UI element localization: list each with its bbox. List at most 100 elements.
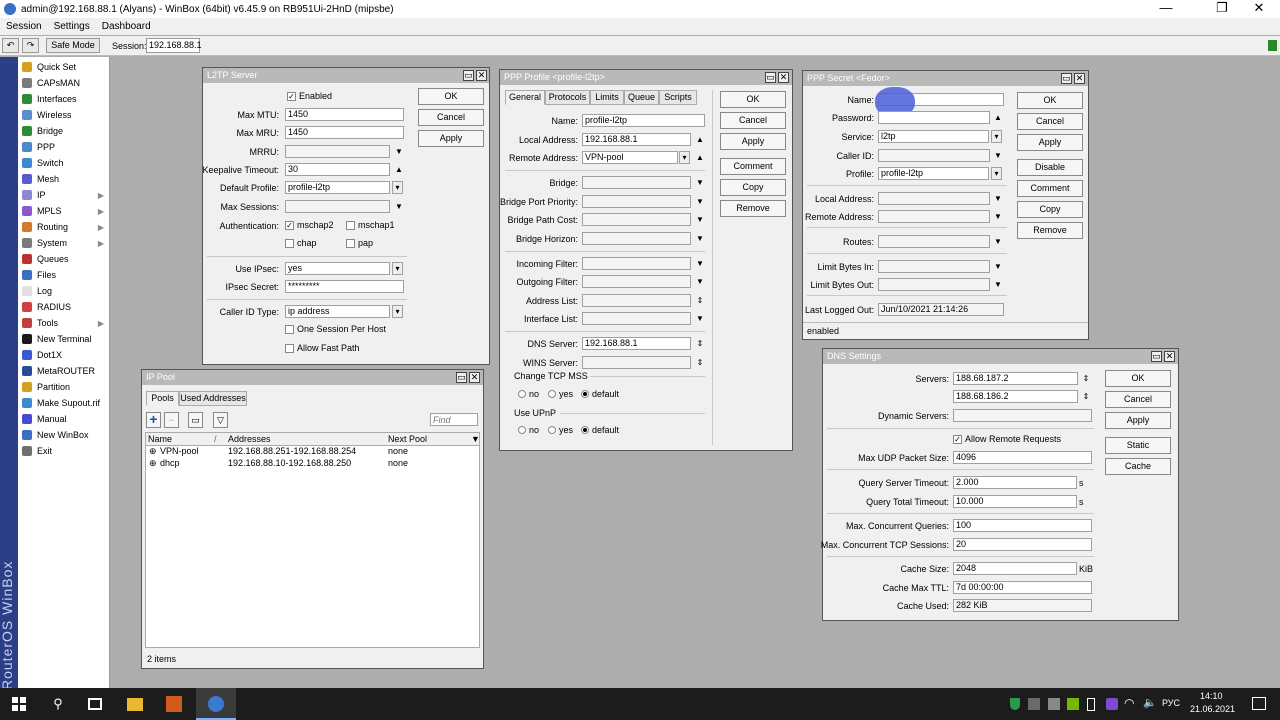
sidebar-item[interactable]: Bridge <box>18 123 110 139</box>
apply-button[interactable]: Apply <box>1105 412 1171 429</box>
max-sessions-dropdown-icon[interactable]: ▼ <box>394 200 404 213</box>
col-addresses[interactable]: Addresses <box>228 434 271 444</box>
wins-server-updown-icon[interactable]: ⇕ <box>695 356 705 369</box>
caller-id-field[interactable] <box>878 149 990 162</box>
close-icon[interactable]: ✕ <box>476 70 487 81</box>
sidebar-item[interactable]: Routing ▶ <box>18 219 110 235</box>
max-mtu-field[interactable]: 1450 <box>285 108 404 121</box>
l2tp-window-title[interactable]: L2TP Server <box>203 68 489 83</box>
copy-button[interactable]: Copy <box>720 179 786 196</box>
table-row[interactable]: ⊕ VPN-pool 192.168.88.251-192.168.88.254… <box>146 446 479 458</box>
sidebar-item[interactable]: Interfaces <box>18 91 110 107</box>
comment-icon[interactable]: ▭ <box>188 412 203 428</box>
allow-remote-checkbox[interactable]: ✓ <box>953 435 962 444</box>
routes-field[interactable] <box>878 235 990 248</box>
ok-button[interactable]: OK <box>1017 92 1083 109</box>
sidebar-item[interactable]: RADIUS <box>18 299 110 315</box>
search-icon[interactable]: ⚲ <box>50 696 66 712</box>
ok-button[interactable]: OK <box>418 88 484 105</box>
ppp-secret-window-title[interactable]: PPP Secret <Fedor> <box>803 71 1088 86</box>
max-sessions-field[interactable] <box>285 200 390 213</box>
menu-session[interactable]: Session <box>6 21 42 32</box>
sidebar-item[interactable]: New WinBox <box>18 427 110 443</box>
menu-settings[interactable]: Settings <box>54 21 90 32</box>
sidebar-item[interactable]: New Terminal <box>18 331 110 347</box>
columns-dropdown-icon[interactable]: ▼ <box>471 434 480 444</box>
restore-icon[interactable]: ▭ <box>463 70 474 81</box>
query-total-timeout-field[interactable]: 10.000 <box>953 495 1077 508</box>
bridge-path-cost-field[interactable] <box>582 213 691 226</box>
add-icon[interactable]: + <box>146 412 161 428</box>
tab-used-addresses[interactable]: Used Addresses <box>179 391 247 406</box>
upnp-no-radio[interactable] <box>518 426 526 434</box>
clock-time[interactable]: 14:10 <box>1200 691 1223 701</box>
remote-address-select[interactable]: VPN-pool <box>582 151 678 164</box>
password-field[interactable] <box>878 111 990 124</box>
profile-select[interactable]: profile-l2tp <box>878 167 989 180</box>
allow-fast-path-checkbox[interactable] <box>285 344 294 353</box>
ip-pool-window-title[interactable]: IP Pool <box>142 370 483 385</box>
safe-mode-button[interactable]: Safe Mode <box>46 38 100 53</box>
bridge-port-priority-field[interactable] <box>582 195 691 208</box>
local-address-up-icon[interactable]: ▲ <box>695 133 705 146</box>
tab-scripts[interactable]: Scripts <box>659 90 697 105</box>
tray-app-icon[interactable] <box>1106 698 1118 710</box>
sidebar-item[interactable]: Log <box>18 283 110 299</box>
bridge-path-cost-dropdown-icon[interactable]: ▼ <box>695 213 705 226</box>
tab-protocols[interactable]: Protocols <box>545 90 590 105</box>
server1-updown-icon[interactable]: ⇕ <box>1081 372 1091 385</box>
remove-button[interactable]: Remove <box>1017 222 1083 239</box>
sidebar-item[interactable]: Mesh <box>18 171 110 187</box>
incoming-filter-field[interactable] <box>582 257 691 270</box>
ipsec-secret-field[interactable]: ********* <box>285 280 404 293</box>
sidebar-item[interactable]: Manual <box>18 411 110 427</box>
sidebar-item[interactable]: System ▶ <box>18 235 110 251</box>
tab-pools[interactable]: Pools <box>146 391 179 406</box>
col-name[interactable]: Name <box>148 434 172 444</box>
bridge-horizon-dropdown-icon[interactable]: ▼ <box>695 232 705 245</box>
restore-icon[interactable]: ▭ <box>1061 73 1072 84</box>
sidebar-item[interactable]: Wireless <box>18 107 110 123</box>
sidebar-item[interactable]: IP ▶ <box>18 187 110 203</box>
wifi-icon[interactable]: ◠ <box>1124 696 1134 710</box>
restore-icon[interactable]: ▭ <box>1151 351 1162 362</box>
server2-updown-icon[interactable]: ⇕ <box>1081 390 1091 403</box>
tray-app-icon[interactable] <box>1048 698 1060 710</box>
start-icon[interactable] <box>12 697 26 711</box>
cache-button[interactable]: Cache <box>1105 458 1171 475</box>
max-concurrent-queries-field[interactable]: 100 <box>953 519 1092 532</box>
remote-address-dropdown-icon[interactable]: ▼ <box>993 210 1003 223</box>
remote-address-field[interactable] <box>878 210 990 223</box>
keepalive-field[interactable]: 30 <box>285 163 390 176</box>
local-address-field[interactable]: 192.168.88.1 <box>582 133 691 146</box>
chevron-down-icon[interactable]: ▾ <box>991 130 1002 143</box>
remove-icon[interactable]: − <box>164 412 179 428</box>
cancel-button[interactable]: Cancel <box>1017 113 1083 130</box>
file-explorer-icon[interactable] <box>127 698 143 711</box>
one-session-checkbox[interactable] <box>285 325 294 334</box>
routes-dropdown-icon[interactable]: ▼ <box>993 235 1003 248</box>
max-udp-field[interactable]: 4096 <box>953 451 1092 464</box>
query-server-timeout-field[interactable]: 2.000 <box>953 476 1077 489</box>
bridge-horizon-field[interactable] <box>582 232 691 245</box>
upnp-default-radio[interactable] <box>581 426 589 434</box>
remote-address-up-icon[interactable]: ▲ <box>695 151 705 164</box>
pap-checkbox[interactable] <box>346 239 355 248</box>
local-address-field[interactable] <box>878 192 990 205</box>
close-button[interactable]: ✕ <box>1236 0 1280 18</box>
nvidia-icon[interactable] <box>1067 698 1079 710</box>
close-icon[interactable]: ✕ <box>1164 351 1175 362</box>
limit-bytes-out-dropdown-icon[interactable]: ▼ <box>993 278 1003 291</box>
shield-icon[interactable] <box>1010 698 1020 710</box>
default-profile-select[interactable]: profile-l2tp <box>285 181 390 194</box>
menu-dashboard[interactable]: Dashboard <box>102 21 151 32</box>
winbox-taskbar-button[interactable] <box>196 688 236 720</box>
address-list-updown-icon[interactable]: ⇕ <box>695 294 705 307</box>
dns-server-field[interactable]: 192.168.88.1 <box>582 337 691 350</box>
close-icon[interactable]: ✕ <box>1074 73 1085 84</box>
comment-button[interactable]: Comment <box>1017 180 1083 197</box>
max-concurrent-tcp-field[interactable]: 20 <box>953 538 1092 551</box>
chevron-down-icon[interactable]: ▾ <box>679 151 690 164</box>
static-button[interactable]: Static <box>1105 437 1171 454</box>
dns-server-updown-icon[interactable]: ⇕ <box>695 337 705 350</box>
